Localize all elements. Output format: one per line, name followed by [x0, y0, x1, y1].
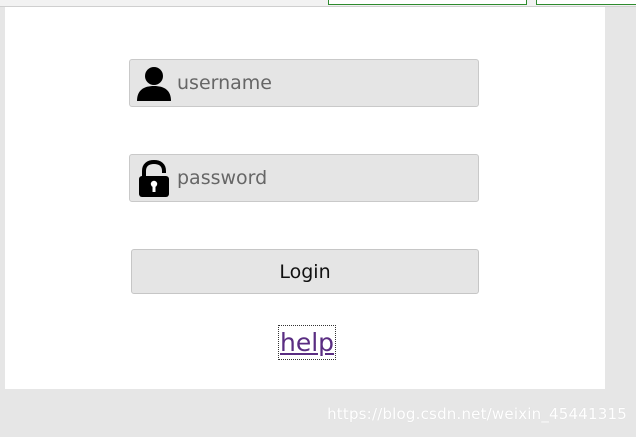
- top-strip: [0, 0, 636, 7]
- top-tab[interactable]: [536, 0, 636, 5]
- password-input[interactable]: [177, 155, 467, 201]
- login-button[interactable]: Login: [131, 249, 479, 294]
- user-icon: [135, 65, 173, 103]
- lock-icon: [135, 160, 173, 198]
- help-link[interactable]: help: [277, 325, 337, 360]
- password-field[interactable]: [129, 154, 479, 202]
- login-panel: Login help: [5, 7, 605, 389]
- page: Login help https://blog.csdn.net/weixin_…: [0, 0, 636, 437]
- username-field[interactable]: [129, 59, 479, 107]
- watermark: https://blog.csdn.net/weixin_45441315: [327, 405, 627, 423]
- top-tab[interactable]: [328, 0, 527, 5]
- username-input[interactable]: [177, 60, 467, 106]
